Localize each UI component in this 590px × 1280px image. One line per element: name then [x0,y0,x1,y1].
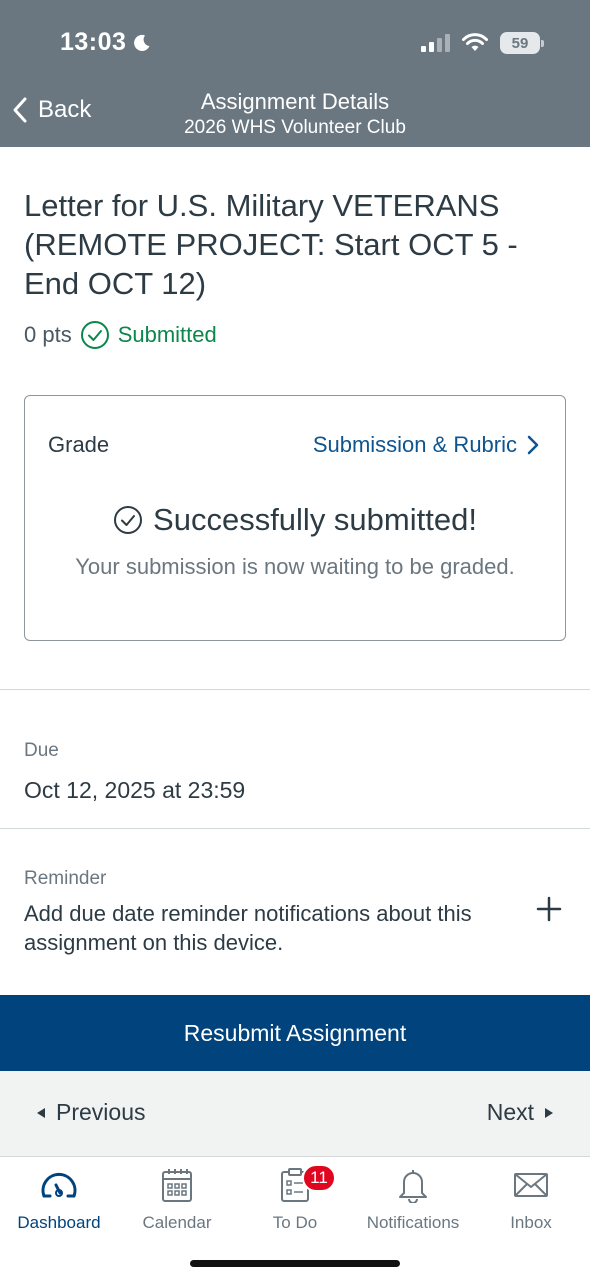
check-circle-icon [114,506,143,534]
previous-button[interactable]: Previous [36,1099,145,1126]
course-name: 2026 WHS Volunteer Club [184,117,406,138]
tab-label: To Do [272,1213,318,1232]
tab-label: Notifications [366,1213,460,1232]
success-title: Successfully submitted! [153,502,477,537]
due-date: Oct 12, 2025 at 23:59 [24,777,246,803]
resubmit-assignment-button[interactable]: Resubmit Assignment [0,995,590,1071]
points-label: 0 pts [24,322,72,347]
next-label: Next [486,1099,534,1125]
tab-calendar[interactable]: Calendar [118,1163,236,1233]
moon-icon [134,34,150,51]
reminder-label: Reminder [24,868,107,889]
success-message: Successfully submitted! [25,502,565,538]
dashboard-icon [41,1173,77,1198]
add-reminder-button[interactable] [536,896,562,927]
check-circle-icon [80,321,109,349]
pagination-bar: Previous Next [0,1071,590,1156]
signal-icon [421,34,450,52]
status-indicators: 59 [420,32,544,54]
page-title: Assignment Details [200,89,390,114]
tab-label: Dashboard [17,1213,101,1232]
status-bar: 13:03 59 [0,0,590,88]
tab-todo[interactable]: 11 To Do [236,1163,354,1233]
caret-right-icon [545,1107,553,1118]
plus-icon [536,896,562,922]
wifi-icon [462,33,488,51]
home-indicator [190,1260,400,1267]
assignment-meta: 0 pts Submitted [24,320,217,350]
bell-icon [399,1170,427,1203]
tab-inbox[interactable]: Inbox [472,1163,590,1233]
app-header: 13:03 59 Back Assignment Details 2026 WH… [0,0,590,147]
reminder-description: Add due date reminder notifications abou… [24,901,472,955]
tab-notifications[interactable]: Notifications [354,1163,472,1233]
battery-indicator: 59 [500,32,544,54]
clock-text: 13:03 [60,28,127,56]
submission-rubric-label: Submission & Rubric [312,432,517,457]
submission-status: Submitted [117,322,217,347]
grade-label: Grade [48,432,110,457]
grade-card: Grade Submission & Rubric Successfully s… [24,395,566,641]
envelope-icon [514,1173,548,1197]
success-subtitle: Your submission is now waiting to be gra… [75,554,515,579]
divider [0,689,590,690]
tab-label: Calendar [142,1213,212,1232]
assignment-title: Letter for U.S. Military VETERANS (REMOT… [24,188,518,301]
caret-left-icon [37,1107,45,1118]
status-time: 13:03 [60,28,152,57]
due-label: Due [24,740,59,761]
tab-dashboard[interactable]: Dashboard [0,1163,118,1233]
chevron-right-icon [527,435,539,455]
nav-title: Assignment Details 2026 WHS Volunteer Cl… [0,88,590,140]
nav-bar: Back Assignment Details 2026 WHS Volunte… [0,84,590,144]
tab-label: Inbox [510,1213,552,1232]
calendar-icon [162,1169,192,1202]
next-button[interactable]: Next [487,1099,554,1126]
previous-label: Previous [56,1099,146,1125]
submission-rubric-link[interactable]: Submission & Rubric [313,432,539,458]
divider [0,828,590,829]
todo-count-badge: 11 [302,1164,336,1192]
